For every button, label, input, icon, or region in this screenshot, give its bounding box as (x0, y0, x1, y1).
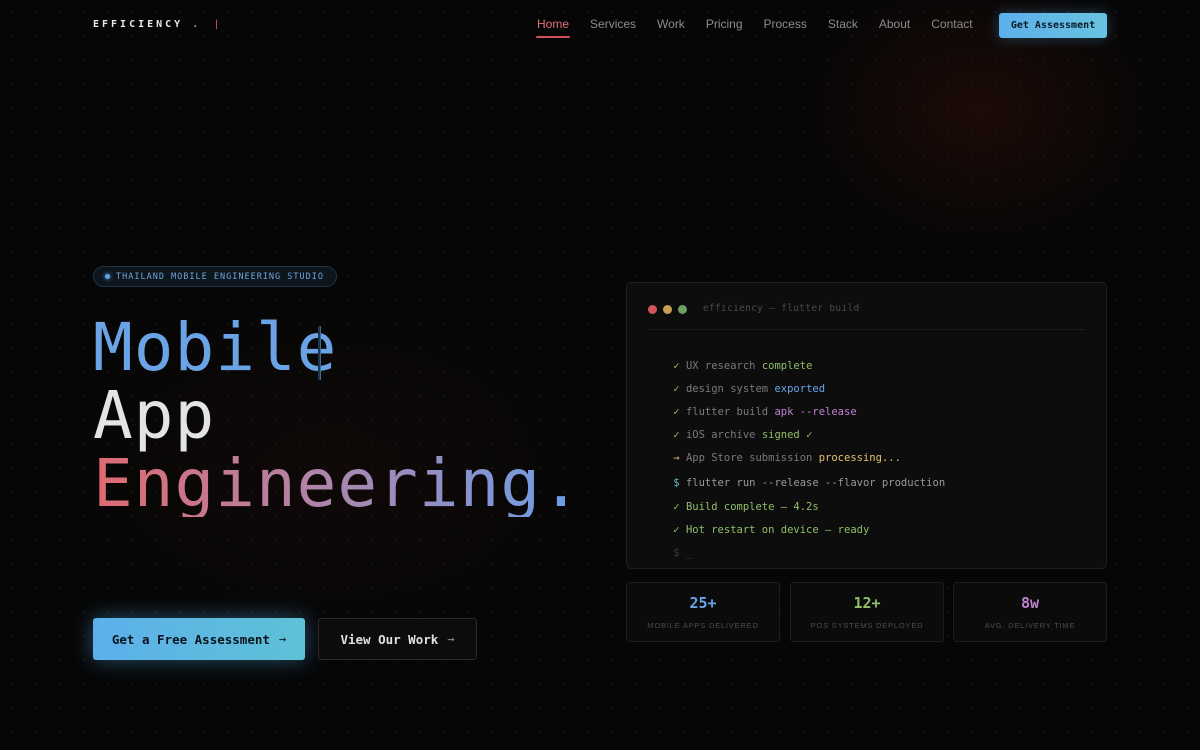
stat-value: 12+ (853, 594, 881, 612)
free-assessment-button[interactable]: Get a Free Assessment → (93, 618, 305, 660)
stat-label: MOBILE APPS DELIVERED (647, 621, 759, 630)
badge-label: THAILAND MOBILE ENGINEERING STUDIO (116, 271, 324, 282)
hero-title-line-3: Engineering. (93, 445, 582, 522)
maximize-dot-icon (678, 305, 687, 314)
nav-links: Home Services Work Pricing Process Stack… (535, 17, 994, 38)
stat-card: 8w AVG. DELIVERY TIME (953, 582, 1107, 642)
hero-title-line-1: Mobile (93, 309, 338, 386)
get-assessment-button[interactable]: Get Assessment (999, 13, 1107, 38)
brand-caret: | (213, 19, 223, 30)
terminal-line-text: Hot restart on device — ready (685, 524, 870, 536)
stat-card: 25+ MOBILE APPS DELIVERED (626, 582, 780, 642)
window-controls (648, 305, 687, 314)
nav-link-work[interactable]: Work (657, 17, 685, 36)
terminal-cursor: _ (685, 547, 693, 559)
arrow-right-icon: → (278, 632, 287, 646)
brand-dot: . (192, 19, 202, 30)
nav-link-pricing[interactable]: Pricing (706, 17, 743, 36)
terminal-divider (648, 329, 1085, 330)
terminal-title: efficiency — flutter build (703, 303, 860, 314)
close-dot-icon (648, 305, 657, 314)
view-work-button[interactable]: View Our Work → (318, 618, 477, 660)
prompt-icon: $ (673, 547, 680, 559)
nav-link-home[interactable]: Home (535, 17, 571, 38)
stat-value: 25+ (689, 594, 717, 612)
nav-link-contact[interactable]: Contact (931, 17, 972, 36)
terminal-line-text: App Store submission (685, 452, 813, 464)
minimize-dot-icon (663, 305, 672, 314)
nav-link-stack[interactable]: Stack (828, 17, 858, 36)
arrow-right-icon: → (673, 452, 680, 464)
stat-card: 12+ POS SYSTEMS DEPLOYED (790, 582, 944, 642)
nav-link-process[interactable]: Process (764, 17, 807, 36)
nav-link-about[interactable]: About (879, 17, 910, 36)
stat-label: POS SYSTEMS DEPLOYED (810, 621, 924, 630)
stat-label: AVG. DELIVERY TIME (984, 621, 1076, 630)
terminal-line: $ _ (648, 535, 692, 571)
brand-name: EFFICIENCY (93, 19, 184, 30)
terminal-line-text: flutter run --release --flavor productio… (685, 477, 946, 489)
brand-logo[interactable]: EFFICIENCY . | (93, 19, 222, 30)
text-cursor-icon (318, 326, 321, 380)
view-work-label: View Our Work (340, 631, 439, 647)
terminal-window: efficiency — flutter build ✓ UX research… (626, 282, 1107, 569)
pulse-dot-icon (105, 274, 110, 279)
prompt-icon: $ (673, 477, 680, 489)
top-navigation: EFFICIENCY . | Home Services Work Pricin… (0, 0, 1200, 50)
terminal-line-status: processing... (818, 452, 901, 464)
stat-value: 8w (1020, 594, 1040, 612)
nav-link-services[interactable]: Services (590, 17, 636, 36)
arrow-right-icon: → (447, 632, 455, 646)
free-assessment-label: Get a Free Assessment (111, 631, 270, 647)
hero-title-line-2: App (93, 377, 216, 454)
studio-badge: THAILAND MOBILE ENGINEERING STUDIO (93, 266, 337, 287)
